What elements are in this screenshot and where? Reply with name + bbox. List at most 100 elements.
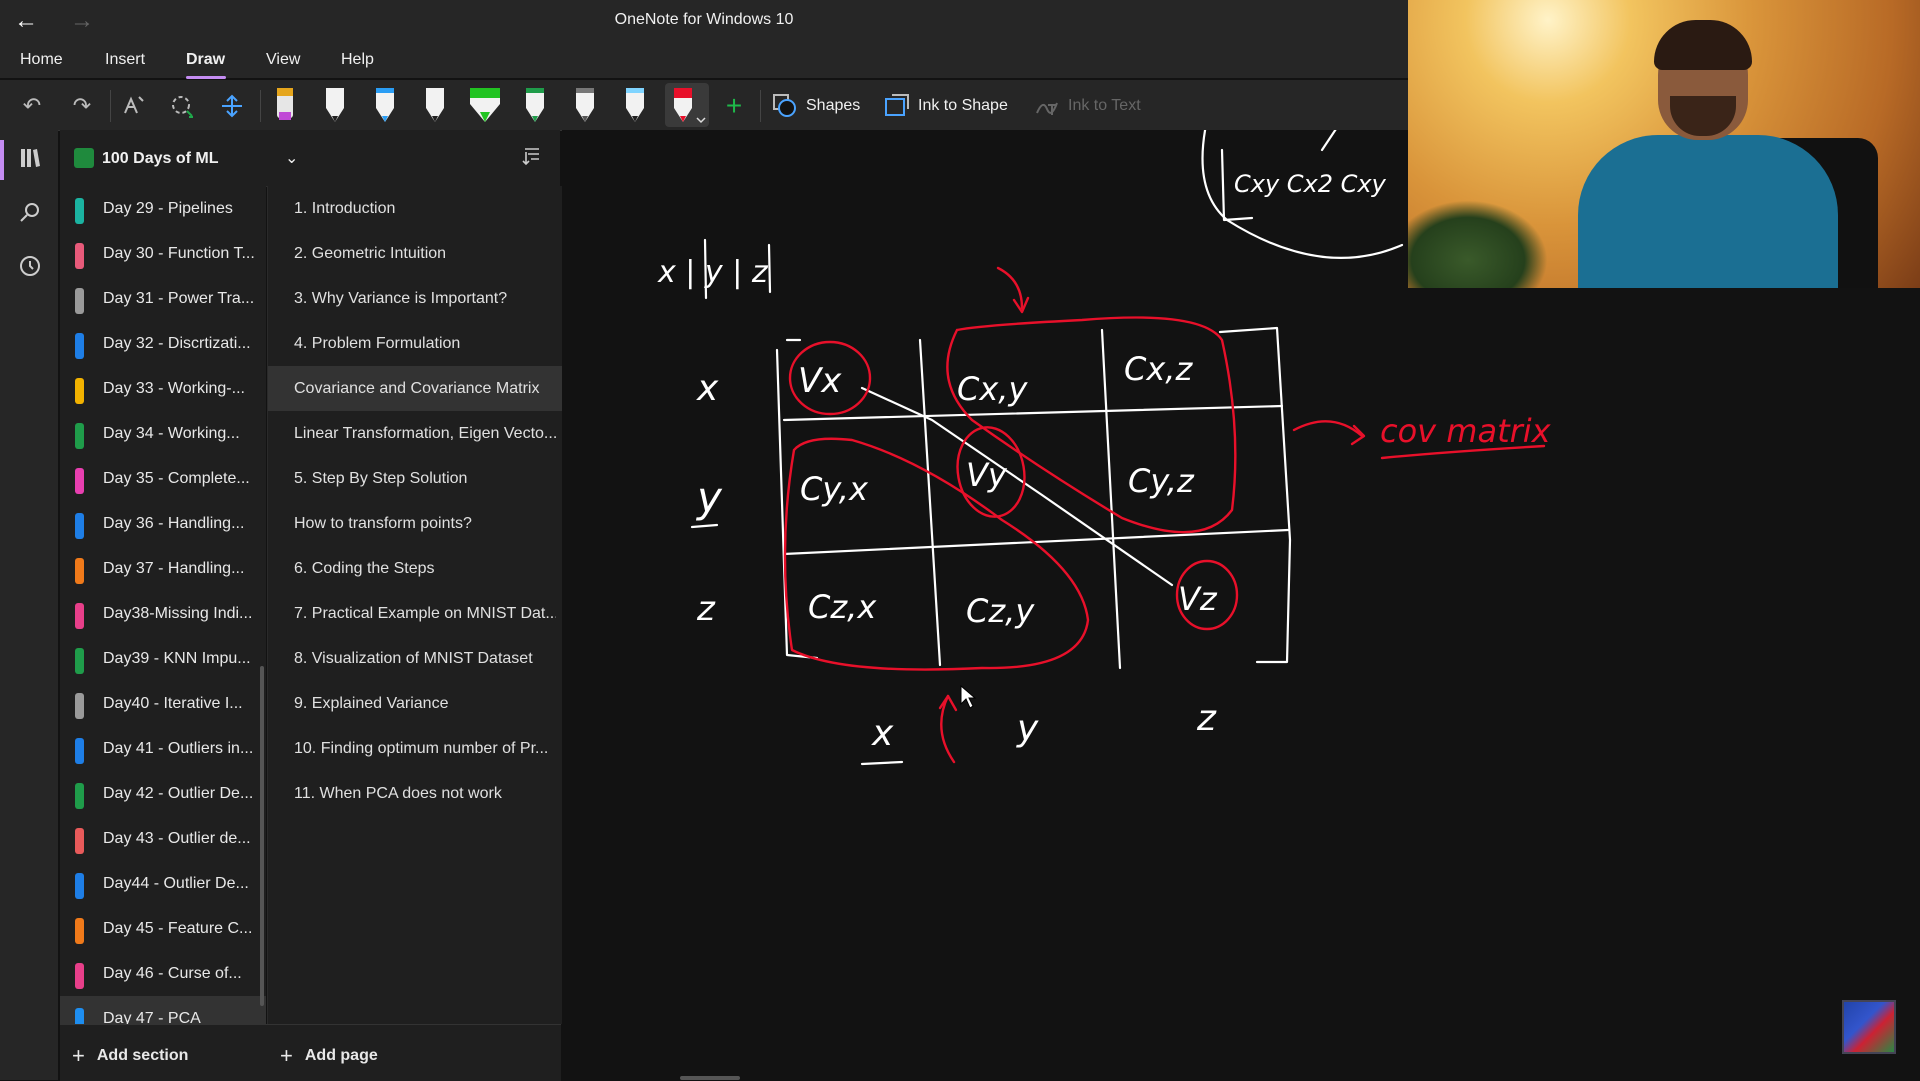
navigation-rail [0, 130, 58, 1080]
mouse-cursor-icon [960, 684, 977, 709]
menu-home[interactable]: Home [20, 51, 63, 69]
notebooks-icon[interactable] [14, 142, 46, 174]
page-item[interactable]: 7. Practical Example on MNIST Dat... [268, 591, 562, 636]
sections-scrollbar[interactable] [260, 666, 264, 1006]
section-item[interactable]: Day 33 - Working-... [60, 366, 266, 411]
red-ink-strokes [783, 266, 1546, 764]
page-item[interactable]: 8. Visualization of MNIST Dataset [268, 636, 562, 681]
add-section-button[interactable]: + Add section [72, 1043, 188, 1069]
section-item[interactable]: Day 35 - Complete... [60, 456, 266, 501]
section-item[interactable]: Day 46 - Curse of... [60, 951, 266, 996]
page-item[interactable]: Linear Transformation, Eigen Vecto... [268, 411, 562, 456]
section-item[interactable]: Day 47 - PCA [60, 996, 266, 1024]
add-page-button[interactable]: + Add page [280, 1043, 378, 1069]
section-item[interactable]: Day 43 - Outlier de... [60, 816, 266, 861]
redo-icon[interactable]: ↷ [66, 90, 98, 122]
section-item[interactable]: Day44 - Outlier De... [60, 861, 266, 906]
lasso-icon[interactable] [166, 90, 198, 122]
page-label: 8. Visualization of MNIST Dataset [294, 650, 533, 667]
page-item[interactable]: 1. Introduction [268, 186, 562, 231]
section-item[interactable]: Day 32 - Discrtizati... [60, 321, 266, 366]
page-item[interactable]: 10. Finding optimum number of Pr... [268, 726, 562, 771]
sections-list: Day 29 - Pipelines Day 30 - Function T...… [60, 186, 266, 1024]
section-item[interactable]: Day 29 - Pipelines [60, 186, 266, 231]
pen-lightblue-icon[interactable] [620, 82, 650, 128]
section-label: Day 37 - Handling... [103, 560, 245, 577]
list-footer: + Add section + Add page [60, 1024, 561, 1081]
page-item[interactable]: 2. Geometric Intuition [268, 231, 562, 276]
section-label: Day 42 - Outlier De... [103, 785, 254, 802]
horizontal-scrollbar[interactable] [680, 1076, 740, 1080]
ribbon-separator [260, 90, 261, 122]
page-item[interactable]: Covariance and Covariance Matrix [268, 366, 562, 411]
section-color-tab [75, 333, 84, 359]
section-color-tab [75, 963, 84, 989]
ink-cell-r1c3: Cx,z [1124, 350, 1193, 388]
section-color-tab [75, 693, 84, 719]
ink-to-shape-button[interactable]: Ink to Shape [884, 92, 1008, 120]
highlighter-pen-icon[interactable] [270, 82, 300, 128]
plant-image [1408, 200, 1548, 288]
page-label: 2. Geometric Intuition [294, 245, 447, 262]
page-item[interactable]: 6. Coding the Steps [268, 546, 562, 591]
section-item[interactable]: Day 36 - Handling... [60, 501, 266, 546]
section-label: Day 35 - Complete... [103, 470, 250, 487]
page-item[interactable]: 5. Step By Step Solution [268, 456, 562, 501]
ink-cell-r3c3: Vz [1178, 580, 1218, 618]
page-item[interactable]: 3. Why Variance is Important? [268, 276, 562, 321]
undo-icon[interactable]: ↶ [16, 90, 48, 122]
pen-blue-icon[interactable] [370, 82, 400, 128]
highlighter-green-icon[interactable] [466, 82, 504, 128]
notebook-name[interactable]: 100 Days of ML [102, 150, 218, 168]
sort-icon[interactable] [522, 146, 542, 172]
recent-notes-icon[interactable] [14, 250, 46, 282]
pen-green-icon[interactable] [520, 82, 550, 128]
page-label: 11. When PCA does not work [294, 785, 502, 802]
page-label: 4. Problem Formulation [294, 335, 461, 352]
add-section-label: Add section [96, 1047, 189, 1064]
pen-white-icon[interactable] [320, 82, 350, 128]
section-label: Day40 - Iterative I... [103, 695, 243, 712]
section-item[interactable]: Day 45 - Feature C... [60, 906, 266, 951]
page-item[interactable]: 4. Problem Formulation [268, 321, 562, 366]
section-color-tab [75, 648, 84, 674]
section-item[interactable]: Day 37 - Handling... [60, 546, 266, 591]
page-item[interactable]: 11. When PCA does not work [268, 771, 562, 816]
ink-cell-r2c3: Cy,z [1128, 462, 1195, 500]
add-space-icon[interactable] [216, 90, 248, 122]
section-item[interactable]: Day 41 - Outliers in... [60, 726, 266, 771]
section-item[interactable]: Day 31 - Power Tra... [60, 276, 266, 321]
menu-insert[interactable]: Insert [105, 51, 145, 69]
menu-draw[interactable]: Draw [186, 51, 225, 69]
ribbon-separator [760, 90, 761, 122]
menu-help[interactable]: Help [341, 51, 374, 69]
page-label: 5. Step By Step Solution [294, 470, 468, 487]
section-item[interactable]: Day 30 - Function T... [60, 231, 266, 276]
ink-to-text-button[interactable]: Ink to Text [1034, 92, 1141, 120]
section-item[interactable]: Day38-Missing Indi... [60, 591, 266, 636]
menu-view[interactable]: View [266, 51, 300, 69]
page-label: Covariance and Covariance Matrix [294, 380, 540, 397]
section-label: Day44 - Outlier De... [103, 875, 249, 892]
section-item[interactable]: Day 42 - Outlier De... [60, 771, 266, 816]
section-item[interactable]: Day 34 - Working... [60, 411, 266, 456]
section-color-tab [75, 288, 84, 314]
section-color-tab [75, 423, 84, 449]
window-title: OneNote for Windows 10 [614, 11, 794, 28]
section-item[interactable]: Day39 - KNN Impu... [60, 636, 266, 681]
shapes-button[interactable]: Shapes [772, 92, 860, 120]
section-color-tab [75, 378, 84, 404]
page-item[interactable]: 9. Explained Variance [268, 681, 562, 726]
pencil-icon[interactable] [570, 82, 600, 128]
pen-black-icon[interactable] [420, 82, 450, 128]
section-color-tab [75, 558, 84, 584]
search-icon[interactable] [14, 196, 46, 228]
chevron-down-icon[interactable]: ⌄ [285, 148, 298, 168]
page-item[interactable]: How to transform points? [268, 501, 562, 546]
ink-to-text-icon [1036, 102, 1058, 115]
ink-row-z: z [696, 589, 716, 629]
lasso-select-icon[interactable] [118, 90, 150, 122]
pen-red-selected-icon[interactable] [664, 82, 710, 128]
add-pen-icon[interactable]: + [718, 90, 750, 122]
section-item[interactable]: Day40 - Iterative I... [60, 681, 266, 726]
